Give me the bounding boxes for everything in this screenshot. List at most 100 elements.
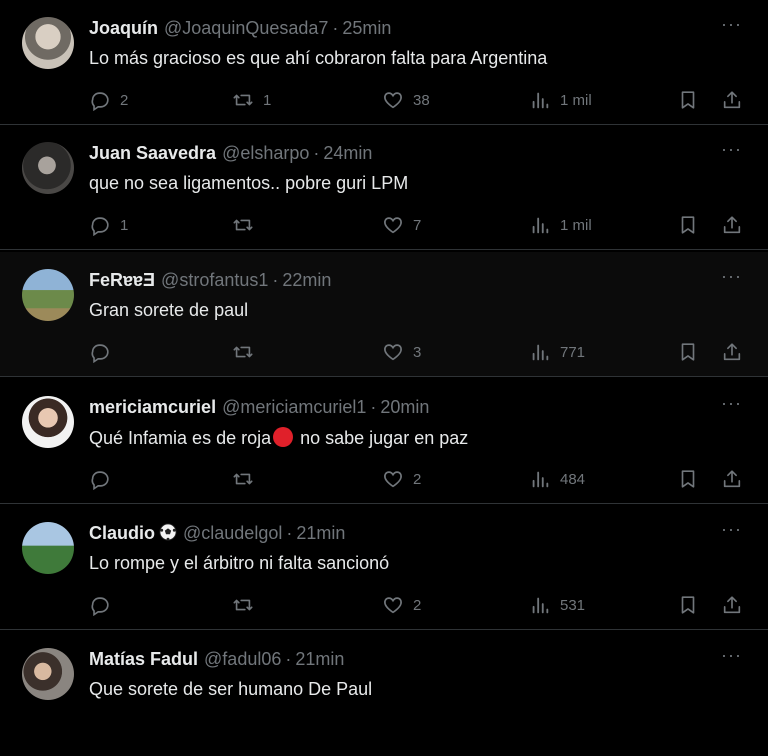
- share-icon: [721, 594, 743, 616]
- author-name[interactable]: mericiamcuriel: [89, 397, 216, 417]
- timestamp[interactable]: 21min: [296, 523, 345, 543]
- views-button[interactable]: 1 mil: [529, 213, 592, 237]
- heart-icon: [382, 341, 404, 363]
- retweet-button[interactable]: [232, 593, 263, 617]
- reply-button[interactable]: [89, 467, 120, 491]
- bookmark-button[interactable]: [677, 593, 699, 617]
- like-button[interactable]: 2: [382, 593, 421, 617]
- reply-button[interactable]: 1: [89, 213, 128, 237]
- separator-dot: ·: [272, 270, 279, 290]
- separator-dot: ·: [370, 397, 377, 417]
- reply-icon: [89, 341, 111, 363]
- author-handle[interactable]: @fadul06: [204, 649, 281, 669]
- heart-icon: [382, 594, 404, 616]
- bookmark-button[interactable]: [677, 340, 699, 364]
- views-button[interactable]: 771: [529, 340, 585, 364]
- more-options-icon[interactable]: ···: [721, 14, 742, 35]
- like-button[interactable]: 3: [382, 340, 421, 364]
- bookmark-button[interactable]: [677, 88, 699, 112]
- action-bar: 2 531: [89, 593, 745, 617]
- tweet-header: mericiamcuriel @mericiamcuriel1 · 20min: [89, 397, 429, 418]
- reply-button[interactable]: 2: [89, 88, 128, 112]
- author-name[interactable]: Claudio: [89, 523, 155, 543]
- timestamp[interactable]: 24min: [323, 143, 372, 163]
- like-button[interactable]: 7: [382, 213, 421, 237]
- author-name[interactable]: Joaquín: [89, 18, 158, 38]
- retweet-button[interactable]: [232, 340, 263, 364]
- avatar[interactable]: [22, 269, 74, 321]
- separator-dot: ·: [313, 143, 320, 163]
- author-handle[interactable]: @claudelgol: [183, 523, 282, 543]
- views-button[interactable]: 484: [529, 467, 585, 491]
- more-options-icon[interactable]: ···: [721, 645, 742, 666]
- action-bar: 2 1 38 1 mil: [89, 88, 745, 112]
- reply-icon: [89, 594, 111, 616]
- reply-count: 2: [120, 91, 129, 109]
- retweet-button[interactable]: 1: [232, 88, 271, 112]
- author-handle[interactable]: @strofantus1: [161, 270, 268, 290]
- avatar[interactable]: [22, 142, 74, 194]
- avatar[interactable]: [22, 396, 74, 448]
- like-button[interactable]: 38: [382, 88, 430, 112]
- views-count: 1 mil: [560, 91, 592, 109]
- timestamp[interactable]: 22min: [282, 270, 331, 290]
- reply-button[interactable]: [89, 593, 120, 617]
- share-button[interactable]: [721, 593, 743, 617]
- tweet-header: Matías Fadul @fadul06 · 21min: [89, 649, 344, 670]
- soccer-ball-icon: [159, 523, 177, 541]
- timestamp[interactable]: 25min: [342, 18, 391, 38]
- author-handle[interactable]: @mericiamcuriel1: [222, 397, 366, 417]
- more-options-icon[interactable]: ···: [721, 393, 742, 414]
- tweet[interactable]: Claudio @claudelgol · 21min ··· Lo rompe y …: [0, 505, 768, 630]
- avatar[interactable]: [22, 522, 74, 574]
- tweet[interactable]: Matías Fadul @fadul06 · 21min ··· Que soret…: [0, 631, 768, 756]
- retweet-button[interactable]: [232, 467, 263, 491]
- avatar[interactable]: [22, 648, 74, 700]
- author-name[interactable]: FeRɐɐƎ: [89, 270, 155, 290]
- reply-button[interactable]: [89, 340, 120, 364]
- tweet[interactable]: Joaquín @JoaquinQuesada7 · 25min ··· Lo más…: [0, 0, 768, 125]
- retweet-icon: [232, 341, 254, 363]
- share-button[interactable]: [721, 88, 743, 112]
- like-count: 7: [413, 216, 422, 234]
- tweet-header: Juan Saavedra @elsharpo · 24min: [89, 143, 372, 164]
- views-count: 531: [560, 596, 586, 614]
- views-button[interactable]: 531: [529, 593, 585, 617]
- retweet-button[interactable]: [232, 213, 263, 237]
- bookmark-button[interactable]: [677, 467, 699, 491]
- like-button[interactable]: 2: [382, 467, 421, 491]
- retweet-icon: [232, 214, 254, 236]
- timestamp[interactable]: 21min: [295, 649, 344, 669]
- author-name[interactable]: Matías Fadul: [89, 649, 198, 669]
- author-handle[interactable]: @elsharpo: [222, 143, 309, 163]
- avatar[interactable]: [22, 17, 74, 69]
- timestamp[interactable]: 20min: [380, 397, 429, 417]
- retweet-count: 1: [263, 91, 272, 109]
- views-icon: [529, 341, 551, 363]
- tweet[interactable]: FeRɐɐƎ @strofantus1 · 22min ··· Gran sorete…: [0, 252, 768, 377]
- bookmark-icon: [677, 214, 699, 236]
- reply-icon: [89, 214, 111, 236]
- tweet-text: Gran sorete de paul: [89, 300, 249, 320]
- tweet-text: Qué Infamia es de roja no sabe jugar en …: [89, 427, 468, 449]
- tweet-header: Claudio @claudelgol · 21min: [89, 523, 345, 544]
- more-options-icon[interactable]: ···: [721, 519, 742, 540]
- more-options-icon[interactable]: ···: [721, 266, 742, 287]
- tweet[interactable]: Juan Saavedra @elsharpo · 24min ··· que no …: [0, 125, 768, 250]
- views-button[interactable]: 1 mil: [529, 88, 592, 112]
- author-name[interactable]: Juan Saavedra: [89, 143, 216, 163]
- views-icon: [529, 214, 551, 236]
- share-button[interactable]: [721, 467, 743, 491]
- action-bar: 3 771: [89, 340, 745, 364]
- share-button[interactable]: [721, 340, 743, 364]
- share-button[interactable]: [721, 213, 743, 237]
- views-icon: [529, 89, 551, 111]
- action-bar: 2 484: [89, 467, 745, 491]
- tweet-text-part: no sabe jugar en paz: [295, 428, 469, 448]
- tweet[interactable]: mericiamcuriel @mericiamcuriel1 · 20min ···…: [0, 379, 768, 504]
- author-handle[interactable]: @JoaquinQuesada7: [164, 18, 328, 38]
- more-options-icon[interactable]: ···: [721, 139, 742, 160]
- bookmark-button[interactable]: [677, 213, 699, 237]
- heart-icon: [382, 89, 404, 111]
- tweet-text: Lo más gracioso es que ahí cobraron falt…: [89, 48, 548, 68]
